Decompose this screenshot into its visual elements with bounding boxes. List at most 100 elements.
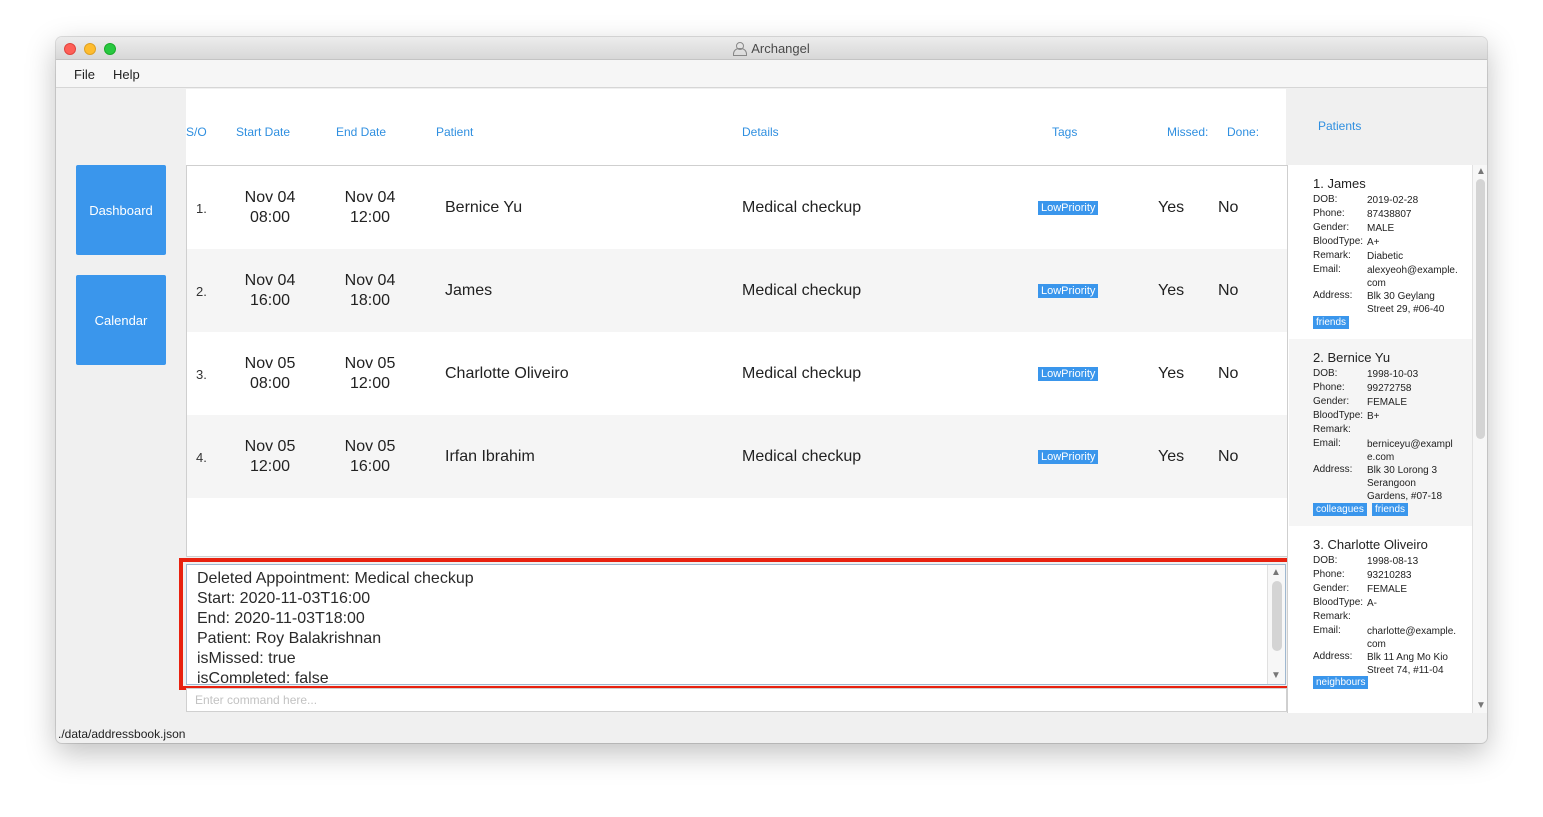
start-time: 08:00 (249, 209, 291, 226)
column-done: Done: (1227, 125, 1260, 139)
result-line: isMissed: true (197, 650, 296, 667)
appointment-tag: LowPriority (1038, 367, 1099, 381)
dob-label: DOB: (1313, 194, 1338, 205)
patient-name: 2. Bernice Yu (1313, 350, 1391, 365)
end-time: 12:00 (349, 209, 391, 226)
dashboard-button[interactable]: Dashboard (76, 165, 166, 255)
end-date: Nov 05 (344, 355, 396, 372)
address-value: Blk 11 Ang Mo Kio Street 74, #11-04 (1367, 652, 1448, 676)
result-line: Start: 2020-11-03T16:00 (197, 590, 371, 607)
title-bar: Archangel (56, 37, 1487, 60)
appointment-patient: James (445, 282, 493, 299)
appointment-row[interactable]: 3. Nov 05 08:00 Nov 05 12:00 Charlotte Oli… (187, 332, 1287, 415)
appointment-end: Nov 05 12:00 (325, 354, 415, 394)
result-scroll-thumb[interactable] (1272, 581, 1282, 651)
scroll-up-icon[interactable]: ▲ (1476, 167, 1486, 177)
result-line: Deleted Appointment: Medical checkup (197, 570, 474, 587)
window-title: Archangel (751, 41, 810, 56)
appointment-details: Medical checkup (742, 282, 862, 299)
appointment-done: No (1218, 365, 1239, 382)
patient-scrollbar[interactable]: ▲ ▼ (1472, 165, 1487, 713)
patient-tag: friends (1313, 316, 1350, 329)
appointment-start: Nov 05 12:00 (225, 437, 315, 477)
patient-card[interactable]: 3. Charlotte Oliveiro DOB: 1998-08-13 Ph… (1289, 526, 1472, 713)
appointment-list: 1. Nov 04 08:00 Nov 04 12:00 Bernice Yu Me… (186, 165, 1287, 557)
scroll-up-icon[interactable]: ▲ (1271, 568, 1281, 578)
email-value: alexyeoh@example.com (1367, 265, 1458, 289)
appointment-end: Nov 05 16:00 (325, 437, 415, 477)
dob-value: 1998-10-03 (1367, 369, 1419, 380)
appointment-start: Nov 04 08:00 (225, 188, 315, 228)
command-input[interactable] (187, 689, 1286, 711)
remark-value: Diabetic (1367, 251, 1404, 262)
menu-bar: File Help (56, 60, 1487, 88)
gender-value: MALE (1367, 223, 1395, 234)
appointment-patient: Charlotte Oliveiro (445, 365, 569, 382)
appointment-missed: Yes (1158, 282, 1185, 299)
patient-scroll-thumb[interactable] (1476, 179, 1485, 439)
email-label: Email: (1313, 625, 1341, 636)
status-bar-path: ./data/addressbook.json (58, 727, 186, 741)
appointment-details: Medical checkup (742, 365, 862, 382)
column-details: Details (742, 125, 779, 139)
bloodtype-value: B+ (1367, 411, 1380, 422)
phone-value: 99272758 (1367, 383, 1412, 394)
appointment-index: 2. (196, 284, 207, 299)
result-line: isCompleted: false (197, 670, 329, 683)
menu-file[interactable]: File (74, 67, 95, 82)
dob-label: DOB: (1313, 555, 1338, 566)
appointment-tag: LowPriority (1038, 450, 1099, 464)
appointment-row[interactable]: 1. Nov 04 08:00 Nov 04 12:00 Bernice Yu Me… (187, 166, 1287, 249)
result-scrollbar[interactable]: ▲ ▼ (1267, 565, 1285, 684)
calendar-button[interactable]: Calendar (76, 275, 166, 365)
column-end-date: End Date (336, 125, 387, 139)
appointment-done: No (1218, 448, 1239, 465)
gender-label: Gender: (1313, 396, 1350, 407)
end-time: 16:00 (349, 458, 391, 475)
appointment-start: Nov 04 16:00 (225, 271, 315, 311)
bloodtype-label: BloodType: (1313, 410, 1364, 421)
appointment-missed: Yes (1158, 199, 1185, 216)
column-tags: Tags (1052, 125, 1078, 139)
bloodtype-value: A- (1367, 598, 1377, 609)
appointment-row[interactable]: 4. Nov 05 12:00 Nov 05 16:00 Irfan Ibrahim… (187, 415, 1287, 498)
start-time: 08:00 (249, 375, 291, 392)
patient-card[interactable]: 1. James DOB: 2019-02-28 Phone: 87438807… (1289, 165, 1472, 339)
email-label: Email: (1313, 438, 1341, 449)
patients-title: Patients (1318, 119, 1362, 133)
patient-tag: colleagues (1313, 503, 1367, 516)
patient-card[interactable]: 2. Bernice Yu DOB: 1998-10-03 Phone: 992… (1289, 339, 1472, 526)
patient-tag: friends (1372, 503, 1409, 516)
patient-name: 3. Charlotte Oliveiro (1313, 537, 1428, 552)
sidebar: Dashboard Calendar (56, 89, 186, 689)
remark-label: Remark: (1313, 250, 1351, 261)
appointment-done: No (1218, 282, 1239, 299)
gender-label: Gender: (1313, 583, 1350, 594)
appointment-start: Nov 05 08:00 (225, 354, 315, 394)
scroll-down-icon[interactable]: ▼ (1476, 701, 1486, 711)
phone-label: Phone: (1313, 382, 1345, 393)
email-label: Email: (1313, 264, 1341, 275)
gender-value: FEMALE (1367, 397, 1408, 408)
column-missed: Missed: (1167, 125, 1209, 139)
gender-value: FEMALE (1367, 584, 1408, 595)
scroll-down-icon[interactable]: ▼ (1271, 671, 1281, 681)
bloodtype-value: A+ (1367, 237, 1380, 248)
end-date: Nov 04 (344, 272, 396, 289)
start-time: 16:00 (249, 292, 291, 309)
address-value: Blk 30 Lorong 3 Serangoon Gardens, #07-1… (1367, 465, 1443, 502)
result-display[interactable]: Deleted Appointment: Medical checkup Sta… (186, 564, 1286, 685)
address-label: Address: (1313, 651, 1353, 662)
appointment-tag: LowPriority (1038, 284, 1099, 298)
appointment-patient: Bernice Yu (445, 199, 523, 216)
result-text: Deleted Appointment: Medical checkup Sta… (197, 569, 1257, 683)
patient-tag: neighbours (1313, 676, 1369, 689)
appointment-row[interactable]: 2. Nov 04 16:00 Nov 04 18:00 James Medical… (187, 249, 1287, 332)
result-line: End: 2020-11-03T18:00 (197, 610, 365, 627)
start-time: 12:00 (249, 458, 291, 475)
menu-help[interactable]: Help (113, 67, 140, 82)
phone-label: Phone: (1313, 208, 1345, 219)
column-start-date: Start Date (236, 125, 291, 139)
appointment-done: No (1218, 199, 1239, 216)
end-time: 18:00 (349, 292, 391, 309)
